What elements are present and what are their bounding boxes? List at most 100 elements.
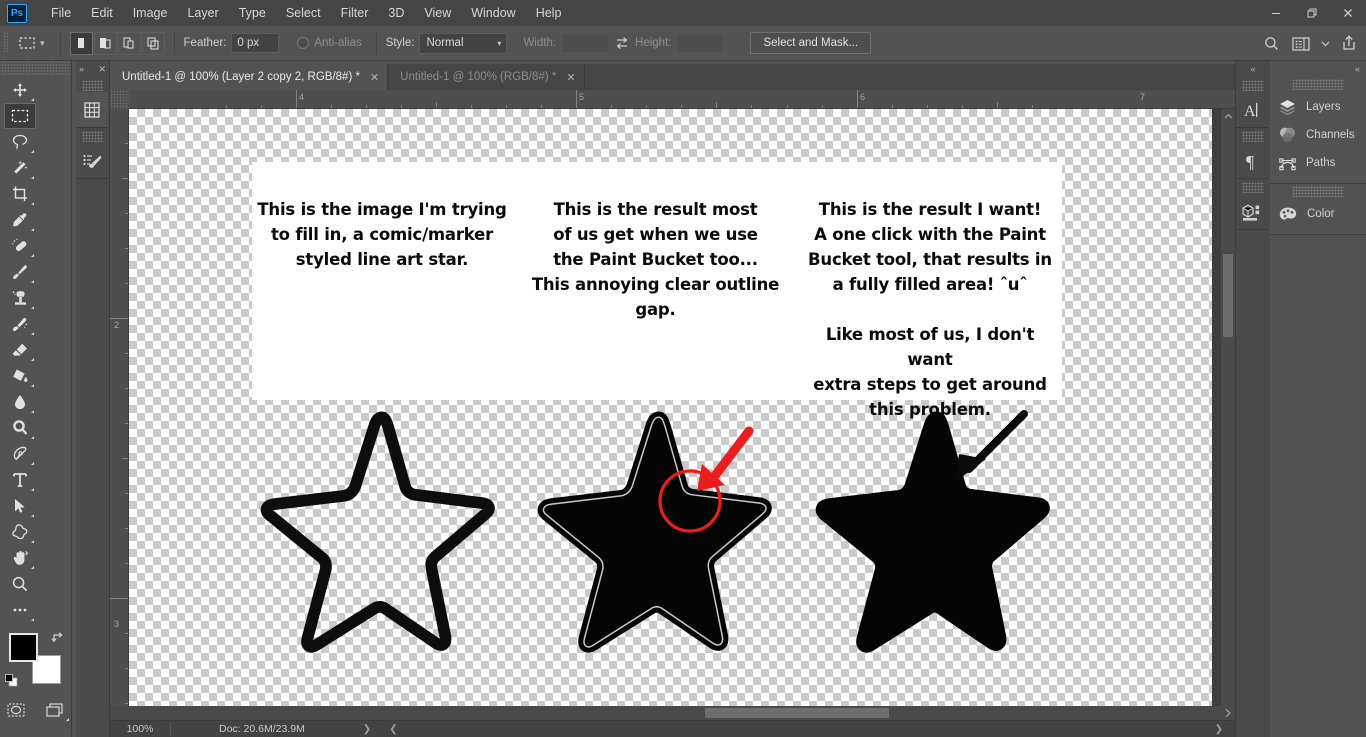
panel-grip[interactable] bbox=[1292, 79, 1344, 90]
chevron-down-icon[interactable] bbox=[1318, 30, 1332, 56]
paths-panel-item[interactable]: Paths bbox=[1270, 149, 1366, 177]
dodge-tool[interactable] bbox=[4, 415, 36, 441]
rectangular-marquee-tool[interactable] bbox=[4, 103, 36, 129]
menu-item-view[interactable]: View bbox=[414, 2, 461, 24]
menu-item-type[interactable]: Type bbox=[229, 2, 276, 24]
intersect-with-selection-button[interactable] bbox=[141, 31, 165, 55]
anti-alias-checkbox[interactable] bbox=[297, 37, 310, 49]
tools-panel-grip[interactable] bbox=[0, 61, 71, 75]
canvas-horizontal-scrollbar[interactable] bbox=[110, 706, 1235, 720]
ruler-origin-corner[interactable] bbox=[110, 90, 129, 109]
edit-toolbar-tool[interactable] bbox=[4, 597, 36, 623]
menu-item-window[interactable]: Window bbox=[461, 2, 525, 24]
eyedropper-tool[interactable] bbox=[4, 207, 36, 233]
height-input[interactable] bbox=[676, 33, 725, 53]
properties-panel-icon[interactable] bbox=[1236, 194, 1268, 230]
collapse-arrows-icon[interactable]: « bbox=[1355, 64, 1360, 74]
panel-grip[interactable] bbox=[82, 131, 103, 142]
canvas-area[interactable]: This is the image I'm trying to fill in,… bbox=[129, 109, 1235, 720]
vertical-ruler[interactable]: 23 bbox=[110, 109, 129, 720]
swap-dimensions-icon[interactable] bbox=[609, 30, 635, 56]
brush-presets-panel-icon[interactable] bbox=[76, 143, 108, 179]
horizontal-type-tool[interactable] bbox=[4, 467, 36, 493]
menu-item-select[interactable]: Select bbox=[276, 2, 331, 24]
lasso-tool[interactable] bbox=[4, 129, 36, 155]
restore-button[interactable] bbox=[1294, 0, 1330, 26]
spot-healing-brush-tool[interactable] bbox=[4, 233, 36, 259]
expand-arrows-icon[interactable]: » bbox=[79, 64, 84, 74]
menu-item-help[interactable]: Help bbox=[526, 2, 572, 24]
status-next-icon[interactable]: ❯ bbox=[1215, 724, 1223, 735]
panel-grip[interactable] bbox=[1292, 186, 1344, 197]
paragraph-panel-icon[interactable]: ¶ bbox=[1236, 143, 1268, 179]
close-button[interactable] bbox=[1330, 0, 1366, 26]
add-to-selection-button[interactable] bbox=[93, 31, 117, 55]
eraser-tool[interactable] bbox=[4, 337, 36, 363]
pen-tool[interactable] bbox=[4, 441, 36, 467]
canvas-vertical-scrollbar[interactable] bbox=[1221, 109, 1235, 720]
select-and-mask-button[interactable]: Select and Mask... bbox=[750, 32, 872, 54]
channels-panel-item[interactable]: Channels bbox=[1270, 121, 1366, 149]
style-select[interactable]: Normal ▾ bbox=[419, 32, 508, 54]
width-input[interactable] bbox=[561, 33, 610, 53]
status-prev-icon[interactable]: ❮ bbox=[389, 724, 397, 735]
zoom-tool[interactable] bbox=[4, 571, 36, 597]
scroll-right-icon[interactable] bbox=[1224, 708, 1232, 718]
blur-tool[interactable] bbox=[4, 389, 36, 415]
layers-panel-item[interactable]: Layers bbox=[1270, 93, 1366, 121]
magic-wand-tool[interactable] bbox=[4, 155, 36, 181]
panel-grip[interactable] bbox=[82, 80, 103, 91]
menu-item-layer[interactable]: Layer bbox=[177, 2, 228, 24]
close-icon[interactable]: ✕ bbox=[98, 64, 106, 75]
minimize-button[interactable] bbox=[1258, 0, 1294, 26]
close-icon[interactable]: ✕ bbox=[370, 71, 379, 84]
close-icon[interactable]: ✕ bbox=[566, 71, 575, 84]
character-panel-icon[interactable]: A bbox=[1236, 92, 1268, 128]
artwork-layer[interactable] bbox=[129, 109, 1212, 720]
custom-shape-tool[interactable] bbox=[4, 519, 36, 545]
collapse-arrows-icon[interactable]: « bbox=[1250, 64, 1255, 74]
panel-grip[interactable] bbox=[1242, 182, 1264, 193]
menu-item-edit[interactable]: Edit bbox=[81, 2, 123, 24]
rectangular-marquee-icon[interactable] bbox=[15, 31, 39, 55]
share-icon[interactable] bbox=[1336, 30, 1362, 56]
vertical-scroll-thumb[interactable] bbox=[1223, 254, 1233, 337]
zoom-level-field[interactable]: 100% bbox=[110, 723, 170, 735]
menu-item-file[interactable]: File bbox=[41, 2, 81, 24]
brush-tool[interactable] bbox=[4, 259, 36, 285]
menu-item-3d[interactable]: 3D bbox=[378, 2, 414, 24]
panel-grip[interactable] bbox=[1242, 80, 1264, 91]
history-brush-tool[interactable] bbox=[4, 311, 36, 337]
horizontal-ruler[interactable]: 4 5 6 7 bbox=[110, 90, 1235, 109]
clone-stamp-tool[interactable] bbox=[4, 285, 36, 311]
anti-alias-checkbox-row[interactable]: Anti-alias bbox=[297, 37, 366, 49]
feather-input[interactable] bbox=[231, 33, 280, 53]
menu-item-image[interactable]: Image bbox=[123, 2, 178, 24]
options-bar-grip[interactable] bbox=[3, 32, 8, 54]
menu-item-filter[interactable]: Filter bbox=[331, 2, 379, 24]
new-selection-button[interactable] bbox=[69, 31, 93, 55]
search-icon[interactable] bbox=[1258, 30, 1284, 56]
chevron-down-icon[interactable]: ▾ bbox=[40, 38, 45, 49]
foreground-color-swatch[interactable] bbox=[8, 633, 38, 662]
pattern-preset-panel-icon[interactable] bbox=[76, 92, 108, 128]
horizontal-scroll-thumb[interactable] bbox=[705, 708, 889, 718]
panel-grip[interactable] bbox=[1242, 131, 1264, 142]
status-expand-icon[interactable]: ❯ bbox=[363, 724, 371, 735]
screen-mode-icon[interactable] bbox=[40, 697, 72, 723]
default-colors-icon[interactable] bbox=[4, 674, 18, 687]
subtract-from-selection-button[interactable] bbox=[117, 31, 141, 55]
paint-bucket-tool[interactable] bbox=[4, 363, 36, 389]
quick-mask-icon[interactable] bbox=[0, 697, 32, 723]
color-panel-item[interactable]: Color bbox=[1270, 200, 1366, 228]
move-tool[interactable] bbox=[4, 77, 36, 103]
scroll-up-icon[interactable] bbox=[1221, 109, 1235, 123]
crop-tool[interactable] bbox=[4, 181, 36, 207]
artboard[interactable]: This is the image I'm trying to fill in,… bbox=[129, 109, 1212, 720]
document-tab-1[interactable]: Untitled-1 @ 100% (Layer 2 copy 2, RGB/8… bbox=[110, 64, 389, 90]
workspace-switcher-icon[interactable] bbox=[1288, 30, 1314, 56]
hand-tool[interactable] bbox=[4, 545, 36, 571]
document-tab-2[interactable]: Untitled-1 @ 100% (RGB/8#) * ✕ bbox=[388, 64, 585, 90]
path-selection-tool[interactable] bbox=[4, 493, 36, 519]
swap-colors-icon[interactable] bbox=[51, 631, 65, 645]
